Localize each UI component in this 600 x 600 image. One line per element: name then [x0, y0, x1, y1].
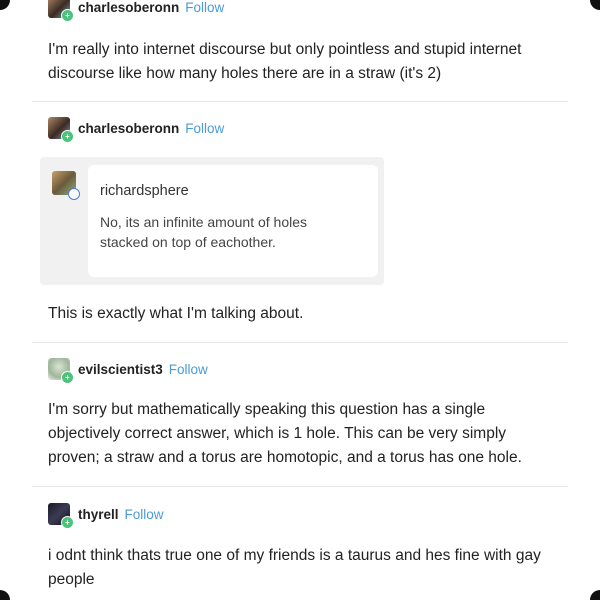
user-avatar-icon[interactable]: + — [48, 117, 74, 143]
username[interactable]: evilscientist3 — [78, 362, 163, 377]
follow-badge-icon: + — [61, 516, 74, 529]
follow-badge-icon: + — [61, 371, 74, 384]
post-text: i odnt think thats true one of my friend… — [48, 547, 541, 588]
user-avatar-icon[interactable]: + — [48, 358, 74, 384]
quote-text: No, its an infinite amount of holes stac… — [100, 214, 308, 250]
quote-card: richardsphere No, its an infinite amount… — [88, 165, 378, 277]
tumblr-thread: + charlesoberonn Follow I'm really into … — [0, 0, 600, 600]
post-text: I'm sorry but mathematically speaking th… — [48, 401, 522, 466]
frame-corner — [590, 0, 600, 10]
post-header: + charlesoberonn Follow — [48, 0, 224, 22]
quote-username[interactable]: richardsphere — [100, 183, 189, 199]
divider — [32, 486, 568, 487]
username[interactable]: thyrell — [78, 507, 119, 522]
quote-badge-icon — [68, 188, 80, 200]
frame-corner — [590, 590, 600, 600]
divider — [32, 342, 568, 343]
follow-badge-icon: + — [61, 9, 74, 22]
post-text: I'm really into internet discourse but o… — [48, 41, 522, 82]
frame-corner — [0, 0, 10, 10]
follow-badge-icon: + — [61, 130, 74, 143]
follow-button[interactable]: Follow — [125, 507, 164, 522]
follow-button[interactable]: Follow — [185, 0, 224, 15]
follow-button[interactable]: Follow — [185, 121, 224, 136]
post-header: + evilscientist3 Follow — [48, 358, 208, 384]
divider — [32, 101, 568, 102]
post-header: + charlesoberonn Follow — [48, 117, 224, 143]
user-avatar-icon[interactable]: + — [48, 0, 74, 22]
post-text: This is exactly what I'm talking about. — [48, 305, 304, 322]
reblog-quote: richardsphere No, its an infinite amount… — [40, 157, 384, 285]
username[interactable]: charlesoberonn — [78, 0, 179, 15]
follow-button[interactable]: Follow — [169, 362, 208, 377]
post-header: + thyrell Follow — [48, 503, 164, 529]
username[interactable]: charlesoberonn — [78, 121, 179, 136]
frame-corner — [0, 590, 10, 600]
user-avatar-icon[interactable]: + — [48, 503, 74, 529]
